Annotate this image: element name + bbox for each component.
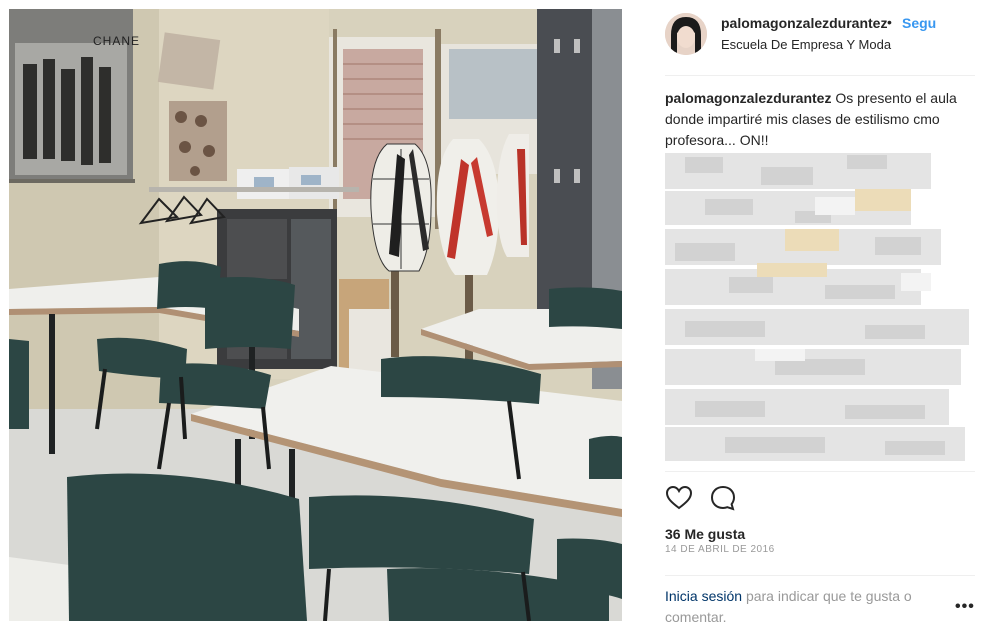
comment-icon[interactable] — [709, 484, 737, 512]
post-caption: palomagonzalezdurantez Os presento el au… — [665, 88, 971, 151]
caption-username[interactable]: palomagonzalezdurantez — [665, 90, 831, 106]
login-link[interactable]: Inicia sesión — [665, 588, 742, 604]
post-header: palomagonzalezdurantez • Segu Escuela De… — [665, 9, 975, 76]
likes-count[interactable]: 36 Me gusta — [665, 526, 745, 542]
post-date: 14 DE ABRIL DE 2016 — [665, 544, 775, 555]
post-sidebar: palomagonzalezdurantez • Segu Escuela De… — [665, 9, 975, 625]
username-link[interactable]: palomagonzalezdurantez — [721, 15, 887, 31]
follow-button[interactable]: Segu — [902, 15, 936, 31]
avatar-image — [665, 13, 707, 55]
blurred-comments — [665, 153, 971, 465]
avatar[interactable] — [665, 13, 707, 55]
action-bar: 36 Me gusta — [665, 471, 975, 542]
poster-caption: CHANE — [93, 34, 141, 48]
pixelated-comments — [665, 153, 969, 461]
heart-icon[interactable] — [665, 484, 693, 512]
location-link[interactable]: Escuela De Empresa Y Moda — [721, 37, 891, 52]
post-footer: Inicia sesión para indicar que te gusta … — [665, 575, 975, 625]
more-options-button[interactable]: ••• — [955, 598, 975, 616]
separator-dot: • — [887, 14, 892, 30]
classroom-photo — [9, 9, 622, 621]
post-photo[interactable]: CHANE — [9, 9, 622, 621]
login-prompt: Inicia sesión para indicar que te gusta … — [665, 586, 955, 628]
